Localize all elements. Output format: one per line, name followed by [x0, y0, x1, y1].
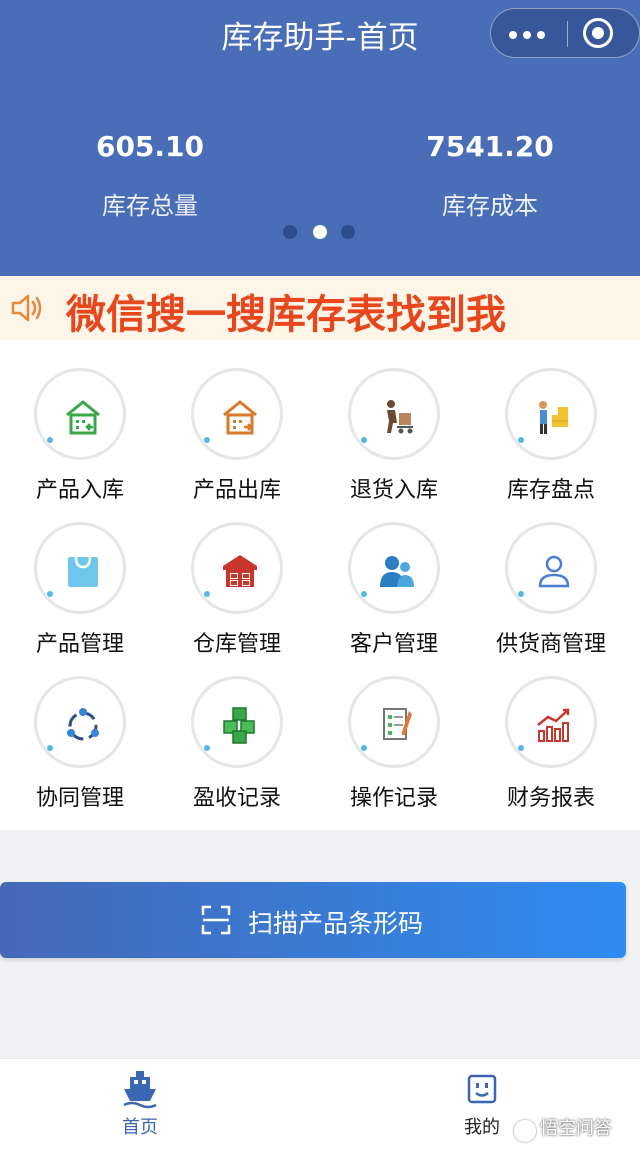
ship-home-icon[interactable] [122, 1069, 158, 1109]
miniprogram-capsule [490, 8, 640, 58]
warehouse-icon [223, 555, 257, 587]
inventory-check-icon [539, 401, 568, 434]
notice-bar[interactable]: 微信搜一搜库存表找到我 [0, 276, 640, 340]
pager-dot-active[interactable] [313, 225, 327, 239]
menu-label: 财务报表 [506, 786, 595, 811]
menu-item-warehouse-mgmt[interactable]: 仓库管理 [157, 494, 317, 657]
menu-item-return-in[interactable]: 退货入库 [314, 340, 474, 503]
more-dots-icon[interactable] [505, 19, 549, 49]
customers-icon [380, 556, 414, 587]
menu-item-profit-records[interactable]: 盈收记录 [157, 648, 317, 811]
header: 库存助手-首页 605.10 库存总量 7541.20 库存成本 [0, 0, 640, 276]
face-icon[interactable] [466, 1073, 498, 1105]
pager-dot[interactable] [283, 225, 297, 239]
menu-item-finance-report[interactable]: 财务报表 [471, 648, 631, 811]
menu-item-operation-records[interactable]: 操作记录 [314, 648, 474, 811]
stock-total-label: 库存总量 [102, 192, 198, 220]
menu-item-customer-mgmt[interactable]: 客户管理 [314, 494, 474, 657]
menu-item-stock-in[interactable]: 产品入库 [0, 340, 160, 503]
stock-cost-value: 7541.20 [426, 130, 554, 163]
menu-item-supplier-mgmt[interactable]: 供货商管理 [471, 494, 631, 657]
boxes-icon [223, 707, 255, 744]
pager-dot[interactable] [341, 225, 355, 239]
document-edit-icon [383, 708, 412, 740]
scan-icon [201, 905, 231, 935]
menu-item-collab-mgmt[interactable]: 协同管理 [0, 648, 160, 811]
watermark: 悟空问答 [540, 1118, 612, 1139]
target-circle-icon[interactable] [583, 18, 613, 48]
menu-grid: 产品入库 产品出库 退货入库 库存盘点 产品管理 仓库管理 客户管理 供货商管理… [0, 340, 640, 830]
warehouse-in-icon [66, 400, 100, 435]
stock-total-value: 605.10 [95, 130, 205, 163]
return-worker-icon [387, 400, 413, 434]
menu-label: 盈收记录 [192, 786, 281, 811]
menu-item-stock-out[interactable]: 产品出库 [157, 340, 317, 503]
notice-text: 微信搜一搜库存表找到我 [66, 292, 506, 338]
shopping-bag-icon [68, 556, 98, 587]
menu-label: 操作记录 [349, 786, 438, 811]
bar-chart-icon [537, 708, 570, 742]
tab-home-label[interactable]: 首页 [100, 1113, 180, 1139]
tab-me-label[interactable]: 我的 [442, 1113, 522, 1139]
scan-barcode-button[interactable]: 扫描产品条形码 [0, 882, 626, 958]
menu-item-stocktake[interactable]: 库存盘点 [471, 340, 631, 503]
supplier-icon [538, 555, 570, 588]
collaboration-icon [67, 708, 99, 741]
scan-button-label: 扫描产品条形码 [248, 909, 424, 938]
menu-item-product-mgmt[interactable]: 产品管理 [0, 494, 160, 657]
menu-label: 协同管理 [35, 786, 124, 811]
watermark-icon [514, 1120, 536, 1142]
speaker-icon [11, 294, 42, 322]
warehouse-out-icon [223, 400, 257, 435]
capsule-divider [567, 21, 568, 47]
stock-cost-label: 库存成本 [442, 192, 538, 220]
